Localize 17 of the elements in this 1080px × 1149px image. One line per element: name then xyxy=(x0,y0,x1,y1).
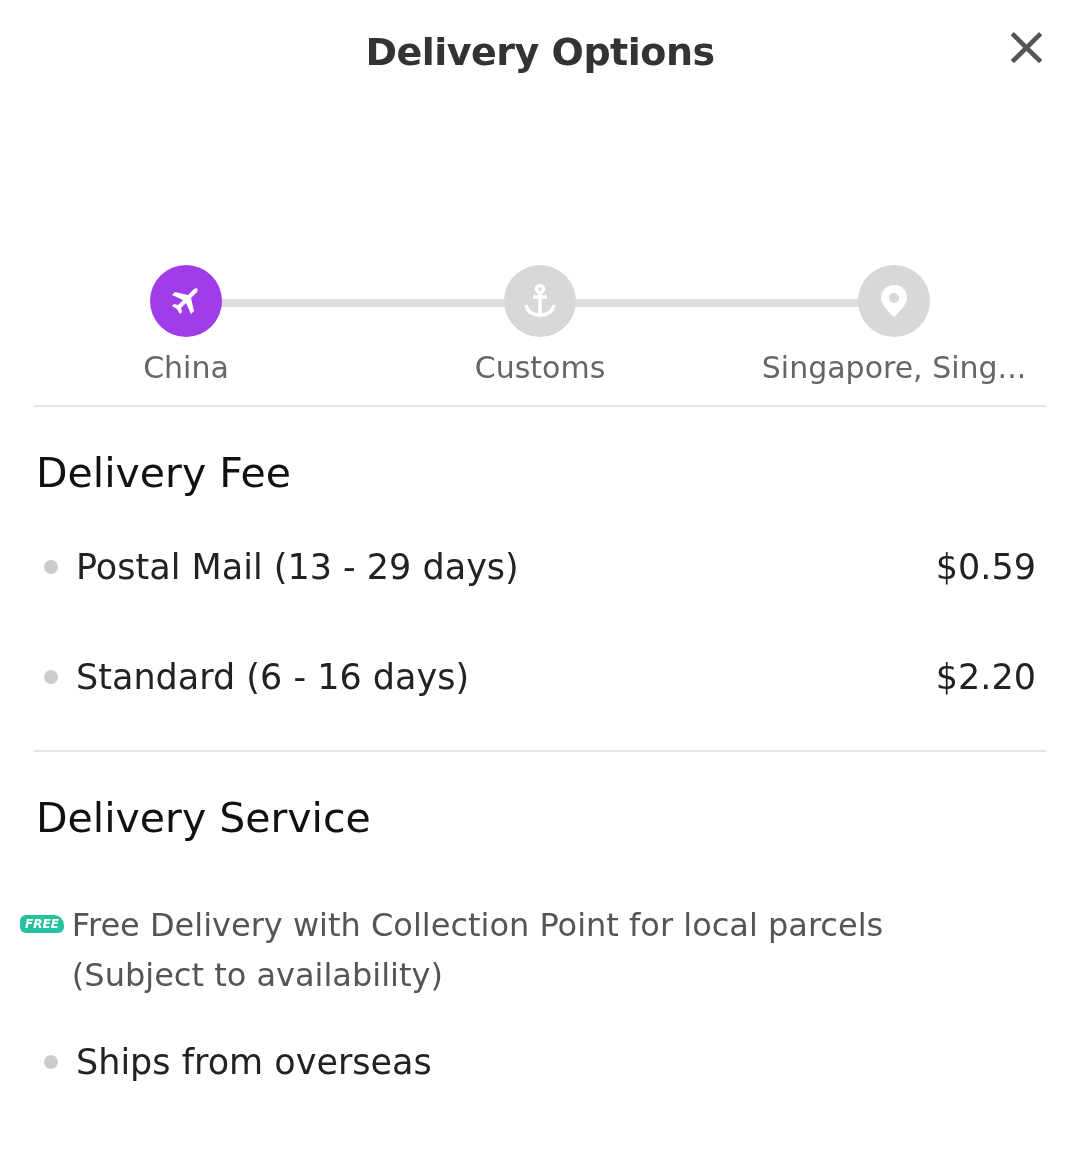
dialog-title: Delivery Options xyxy=(365,29,715,76)
step-label: China xyxy=(143,349,229,387)
bullet-icon xyxy=(44,1055,58,1070)
close-button[interactable]: × xyxy=(1003,18,1050,74)
bullet-icon xyxy=(44,670,58,685)
section-heading: Delivery Fee xyxy=(35,448,292,499)
service-note: Free Delivery with Collection Point for local parcels (Subject to availability) xyxy=(71,905,885,996)
service-item: Ships from overseas xyxy=(76,1041,432,1085)
step-label: Singapore, Sing... xyxy=(761,349,1027,387)
delivery-option: Postal Mail (13 - 29 days) xyxy=(76,540,936,593)
delivery-option: Standard (6 - 16 days) xyxy=(76,651,936,704)
step-label: Customs xyxy=(474,349,606,387)
bullet-icon xyxy=(44,559,58,574)
free-delivery-badge: FREE xyxy=(20,915,64,934)
section-heading: Delivery Service xyxy=(35,792,372,844)
price: $0.59 xyxy=(935,545,1036,589)
price: $2.20 xyxy=(935,656,1036,699)
